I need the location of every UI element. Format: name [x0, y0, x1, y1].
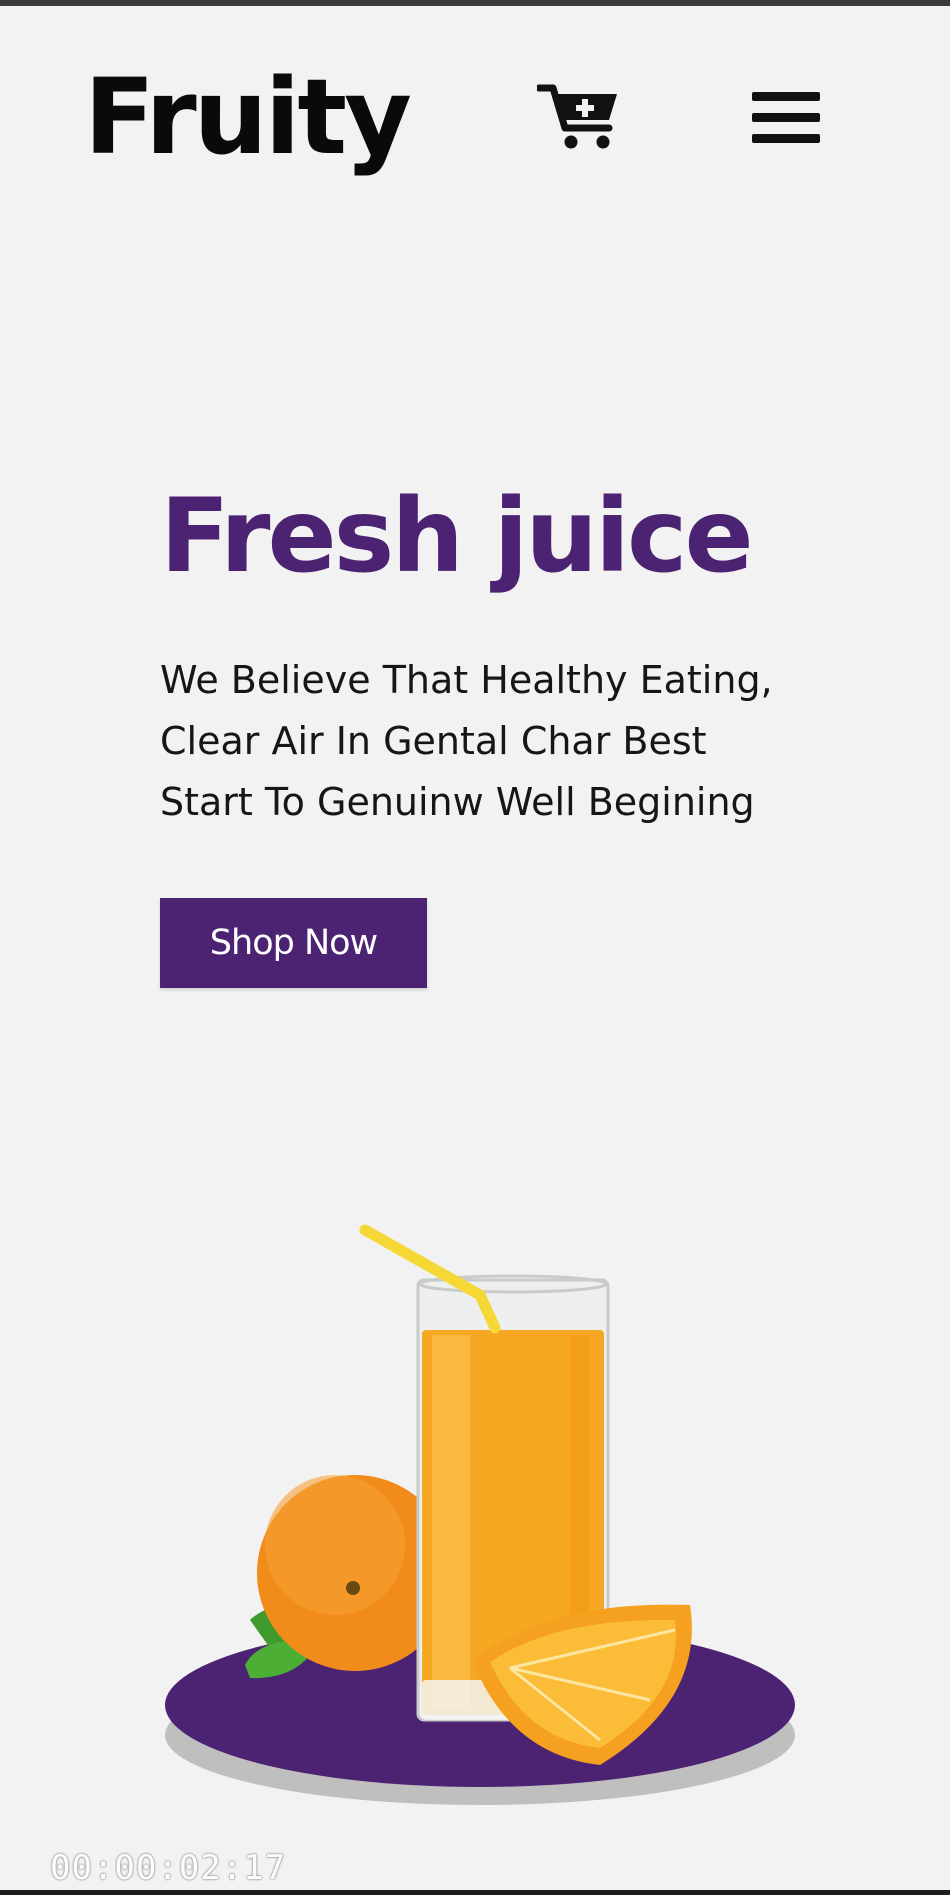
hero-juice-image: [150, 1200, 810, 1840]
hero-title: Fresh juice: [160, 477, 754, 596]
brand-logo[interactable]: Fruity: [84, 60, 412, 175]
hamburger-menu-icon: [752, 113, 820, 122]
cart-plus-icon: [535, 84, 617, 149]
bottom-edge-bar: [0, 1890, 950, 1895]
hamburger-menu-icon: [752, 134, 820, 143]
hamburger-menu-icon: [752, 92, 820, 101]
hamburger-menu-button[interactable]: [752, 92, 824, 148]
video-timestamp-overlay: 00:00:02:17: [50, 1848, 287, 1888]
shop-now-button[interactable]: Shop Now: [160, 898, 427, 988]
top-edge-bar: [0, 0, 950, 6]
cart-button[interactable]: [535, 80, 623, 152]
orange-juice-illustration: [165, 1224, 795, 1805]
hero-description: We Believe That Healthy Eating, Clear Ai…: [160, 658, 773, 824]
